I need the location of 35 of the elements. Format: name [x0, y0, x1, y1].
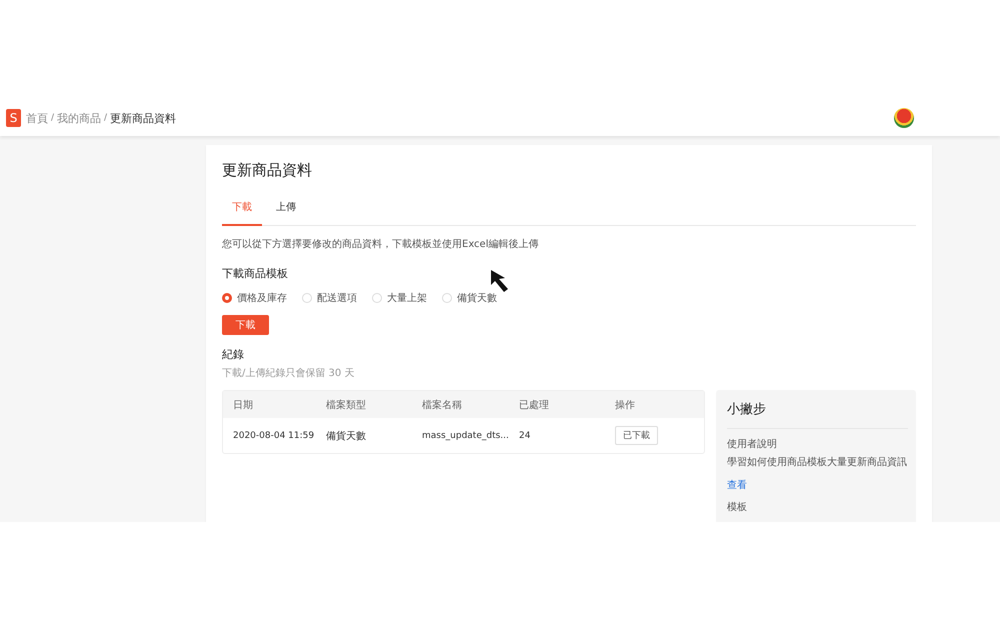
guide-text: 學習如何使用商品模板大量更新商品資訊	[727, 456, 907, 469]
table-cell-text: 備貨天數	[326, 430, 367, 442]
shop-logo-icon[interactable]: S	[6, 109, 21, 127]
radio-label[interactable]: 價格及庫存	[237, 291, 287, 305]
retention-note: 下載/上傳紀錄只會保留 30 天	[222, 366, 356, 380]
radio-label[interactable]: 大量上架	[387, 291, 427, 305]
template-title: 模板	[727, 500, 747, 514]
description-text: 您可以從下方選擇要修改的商品資料，下載模板並使用Excel編輯後上傳	[222, 238, 540, 251]
page-title: 更新商品資料	[222, 161, 313, 180]
breadcrumb-item[interactable]: 首頁	[26, 110, 48, 126]
column-header: 操作	[615, 398, 635, 412]
breadcrumb-separator: /	[51, 113, 54, 123]
breadcrumb-separator: /	[104, 113, 108, 123]
column-header: 檔案類型	[326, 398, 367, 412]
section-title: 下載商品模板	[222, 266, 288, 281]
tab[interactable]: 下載	[222, 200, 262, 226]
downloaded-button[interactable]: 已下載	[615, 426, 658, 445]
table-cell-text: mass_update_dts...	[422, 430, 510, 440]
tips-title: 小撇步	[727, 400, 908, 429]
guide-title: 使用者說明	[727, 438, 777, 451]
radio-label[interactable]: 備貨天數	[457, 291, 497, 305]
column-header: 日期	[233, 398, 254, 412]
avatar[interactable]	[894, 108, 914, 128]
view-link[interactable]: 查看	[727, 478, 747, 492]
radio-label[interactable]: 配送選項	[317, 291, 357, 305]
table-cell-text: 24	[519, 430, 532, 440]
breadcrumb-item: 更新商品資料	[110, 110, 176, 126]
radio-button[interactable]	[222, 293, 232, 303]
table-cell-text: 2020-08-04 11:59	[233, 430, 316, 440]
column-header: 已處理	[519, 398, 550, 412]
section-title: 紀錄	[222, 347, 244, 362]
tab[interactable]: 上傳	[266, 200, 306, 226]
download-button[interactable]: 下載	[222, 315, 269, 335]
column-header: 檔案名稱	[422, 398, 463, 412]
breadcrumb-item[interactable]: 我的商品	[57, 110, 102, 126]
